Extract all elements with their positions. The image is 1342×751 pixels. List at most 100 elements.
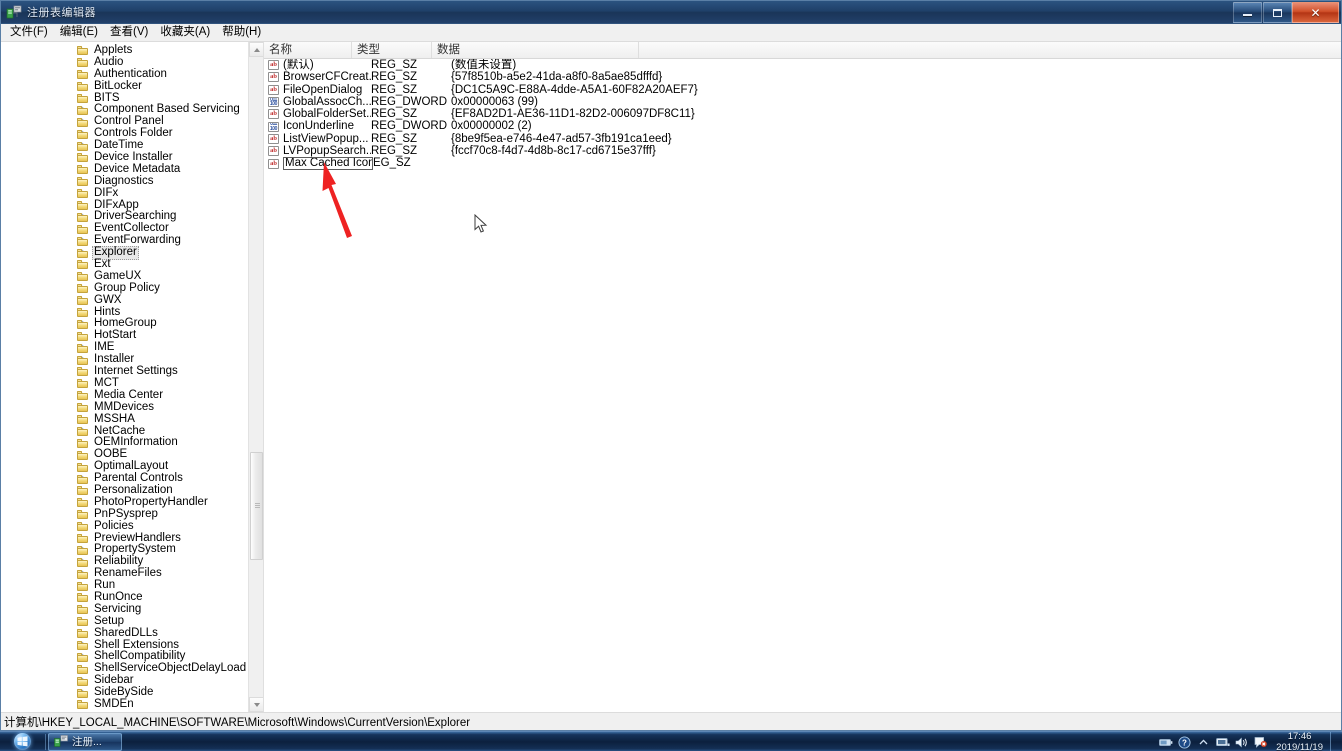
tree-item-label: Policies bbox=[94, 519, 134, 532]
menu-help[interactable]: 帮助(H) bbox=[216, 24, 267, 41]
folder-icon bbox=[77, 629, 88, 639]
tray-chevron-up-icon[interactable] bbox=[1196, 735, 1211, 750]
registry-path-text: 计算机\HKEY_LOCAL_MACHINE\SOFTWARE\Microsof… bbox=[4, 716, 471, 729]
folder-icon bbox=[77, 688, 88, 698]
folder-icon bbox=[77, 438, 88, 448]
folder-icon bbox=[77, 426, 88, 436]
tree-vertical-scrollbar[interactable] bbox=[248, 42, 263, 712]
folder-icon bbox=[77, 533, 88, 543]
value-row[interactable]: 011 100 GlobalAssocCh... REG_DWORD 0x0000006… bbox=[264, 96, 1341, 108]
value-row[interactable]: ab Max Cached Icons EG_SZ bbox=[264, 157, 1341, 171]
tray-volume-icon[interactable] bbox=[1234, 735, 1249, 750]
string-value-icon: ab bbox=[268, 84, 279, 95]
menu-edit[interactable]: 编辑(E) bbox=[54, 24, 104, 41]
value-type: REG_DWORD bbox=[371, 120, 448, 133]
windows-logo-icon bbox=[13, 733, 31, 750]
tray-network-icon[interactable] bbox=[1215, 735, 1230, 750]
scrollbar-thumb[interactable] bbox=[250, 452, 263, 560]
registry-values-pane[interactable]: 名称 类型 数据 ab (默认) REG_SZ (数值未设置) ab BrowserCFC… bbox=[264, 42, 1341, 712]
tree-item-photopropertyhandler[interactable]: PhotoPropertyHandler bbox=[1, 496, 263, 509]
tree-item-oeminformation[interactable]: OEMInformation bbox=[1, 436, 263, 449]
tree-item-media-center[interactable]: Media Center bbox=[1, 388, 263, 402]
value-row[interactable]: ab BrowserCFCreat... REG_SZ {57f8510b-a5e2-… bbox=[264, 71, 1341, 83]
tray-help-icon[interactable]: ? bbox=[1177, 735, 1192, 750]
tree-item-group-policy[interactable]: Group Policy bbox=[1, 282, 263, 295]
menu-file[interactable]: 文件(F) bbox=[4, 24, 54, 41]
maximize-restore-button[interactable] bbox=[1263, 2, 1292, 23]
tray-action-center-icon[interactable] bbox=[1253, 735, 1268, 750]
tray-battery-icon[interactable] bbox=[1158, 735, 1173, 750]
tree-item-device-metadata[interactable]: Device Metadata bbox=[1, 163, 263, 176]
column-header-data[interactable]: 数据 bbox=[432, 42, 639, 58]
folder-icon bbox=[77, 308, 88, 318]
value-row[interactable]: ab ListViewPopup... REG_SZ {8be9f5ea-e746-4… bbox=[264, 133, 1341, 145]
taskbar-item-registry-editor[interactable]: 注册... bbox=[48, 732, 122, 751]
folder-icon bbox=[77, 153, 88, 163]
column-header-name[interactable]: 名称 bbox=[264, 42, 352, 58]
scroll-down-arrow-icon[interactable] bbox=[249, 697, 263, 712]
value-data: 0x00000063 (99) bbox=[451, 95, 538, 108]
value-row[interactable]: ab FileOpenDialog REG_SZ {DC1C5A9C-E88A-4dd… bbox=[264, 84, 1341, 96]
tree-item-setup[interactable]: Setup bbox=[1, 614, 263, 628]
tree-item-label: Diagnostics bbox=[94, 174, 154, 187]
tree-item-mssha[interactable]: MSSHA bbox=[1, 413, 263, 426]
tree-item-label: Setup bbox=[94, 614, 125, 627]
string-value-icon: ab bbox=[268, 146, 279, 157]
folder-icon bbox=[77, 105, 88, 115]
folder-icon bbox=[77, 391, 88, 401]
value-name-rename-input[interactable]: Max Cached Icons bbox=[283, 157, 373, 171]
value-row[interactable]: ab GlobalFolderSet... REG_SZ {EF8AD2D1-AE36… bbox=[264, 108, 1341, 120]
start-button[interactable] bbox=[1, 732, 43, 751]
tree-item-diagnostics[interactable]: Diagnostics bbox=[1, 174, 263, 188]
value-data: (数值未设置) bbox=[451, 59, 517, 71]
folder-icon bbox=[77, 593, 88, 603]
tree-item-smden[interactable]: SMDEn bbox=[1, 698, 263, 711]
tree-item-explorer[interactable]: Explorer bbox=[1, 246, 263, 261]
column-header-type[interactable]: 类型 bbox=[352, 42, 432, 58]
system-tray: ? 17:46 2019/11/19 bbox=[1156, 732, 1342, 751]
tree-item-bitlocker[interactable]: BitLocker bbox=[1, 79, 263, 93]
tree-item-label: Media Center bbox=[94, 388, 164, 401]
value-data: {EF8AD2D1-AE36-11D1-82D2-006097DF8C11} bbox=[451, 108, 695, 121]
tree-item-authentication[interactable]: Authentication bbox=[1, 68, 263, 81]
clock[interactable]: 17:46 2019/11/19 bbox=[1276, 732, 1323, 751]
show-desktop-button[interactable] bbox=[1330, 732, 1339, 751]
value-row[interactable]: ab LVPopupSearch... REG_SZ {fccf70c8-f4d7-4… bbox=[264, 145, 1341, 157]
folder-icon bbox=[77, 260, 88, 270]
tree-item-policies[interactable]: Policies bbox=[1, 519, 263, 533]
tree-item-renamefiles[interactable]: RenameFiles bbox=[1, 567, 263, 580]
value-row[interactable]: 011 100 IconUnderline REG_DWORD 0x00000002 (… bbox=[264, 120, 1341, 132]
window-title: 注册表编辑器 bbox=[27, 7, 96, 19]
registry-editor-window: 注册表编辑器 ✕ 文件(F) 编辑(E) 查看(V) 收藏夹(A) 帮助(H) … bbox=[0, 0, 1342, 731]
menu-bar: 文件(F) 编辑(E) 查看(V) 收藏夹(A) 帮助(H) bbox=[1, 24, 1341, 42]
tree-item-label: Servicing bbox=[94, 602, 142, 615]
folder-icon bbox=[77, 700, 88, 710]
folder-icon bbox=[77, 201, 88, 211]
tree-item-pnpsysprep[interactable]: PnPSysprep bbox=[1, 508, 263, 521]
tree-item-difx[interactable]: DIFx bbox=[1, 187, 263, 200]
tree-item-hotstart[interactable]: HotStart bbox=[1, 329, 263, 342]
minimize-button[interactable] bbox=[1233, 2, 1262, 23]
folder-icon bbox=[77, 343, 88, 353]
value-data: {fccf70c8-f4d7-4d8b-8c17-cd6715e37fff} bbox=[451, 145, 656, 158]
tree-item-label: BitLocker bbox=[94, 79, 142, 92]
menu-view[interactable]: 查看(V) bbox=[104, 24, 154, 41]
value-type: REG_SZ bbox=[371, 83, 418, 96]
string-value-icon: ab bbox=[268, 60, 279, 71]
tree-item-servicing[interactable]: Servicing bbox=[1, 602, 263, 616]
tree-item-mmdevices[interactable]: MMDevices bbox=[1, 401, 263, 414]
value-row[interactable]: ab (默认) REG_SZ (数值未设置) bbox=[264, 59, 1341, 71]
tree-item-internet-settings[interactable]: Internet Settings bbox=[1, 365, 263, 378]
tree-item-shareddlls[interactable]: SharedDLLs bbox=[1, 627, 263, 640]
menu-favorites[interactable]: 收藏夹(A) bbox=[154, 24, 216, 41]
tree-item-applets[interactable]: Applets bbox=[1, 44, 263, 57]
tree-item-gwx[interactable]: GWX bbox=[1, 294, 263, 307]
string-value-icon: ab bbox=[268, 158, 279, 169]
tree-item-audio[interactable]: Audio bbox=[1, 56, 263, 69]
title-bar[interactable]: 注册表编辑器 ✕ bbox=[1, 1, 1341, 24]
folder-icon bbox=[77, 224, 88, 234]
scroll-up-arrow-icon[interactable] bbox=[249, 42, 263, 57]
registry-tree-pane[interactable]: Applets Audio Authentication BitLocker BITS C… bbox=[1, 42, 264, 712]
value-type: REG_DWORD bbox=[371, 95, 448, 108]
close-button[interactable]: ✕ bbox=[1292, 2, 1339, 23]
